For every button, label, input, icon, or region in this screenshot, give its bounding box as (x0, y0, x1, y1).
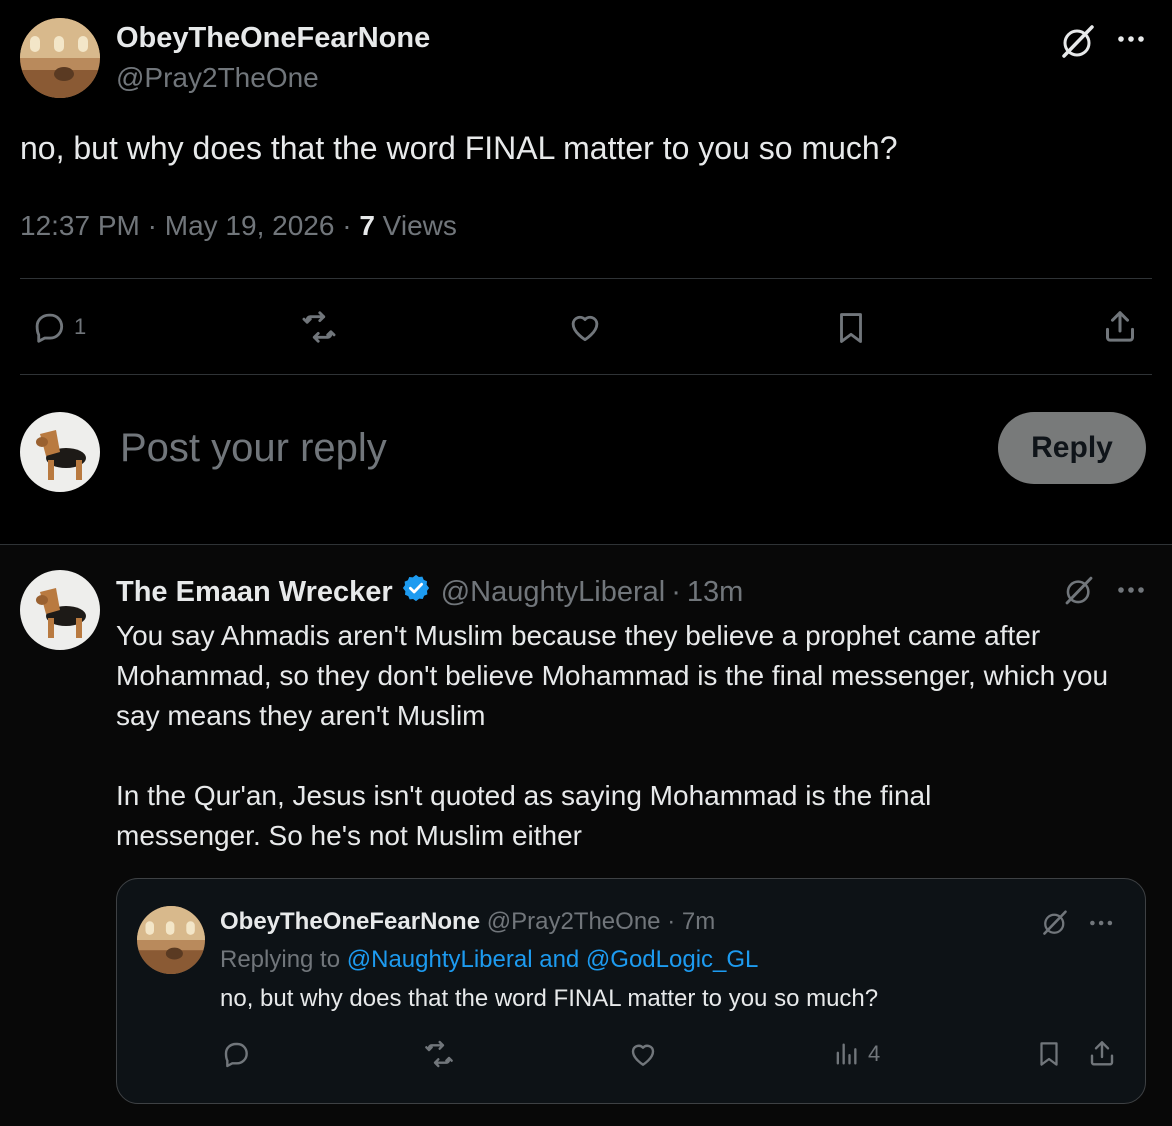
reply-text-paragraph: You say Ahmadis aren't Muslim because th… (116, 620, 1109, 731)
reply-author-avatar[interactable] (20, 570, 100, 650)
quoted-header: ObeyTheOneFearNone @Pray2TheOne · 7m (220, 908, 715, 936)
more-icon[interactable] (1116, 34, 1148, 44)
replying-to-mentions[interactable]: @NaughtyLiberal and @GodLogic_GL (347, 946, 759, 973)
reply-count: 1 (74, 314, 87, 339)
share-icon[interactable] (1100, 306, 1140, 346)
quoted-author-name[interactable]: ObeyTheOneFearNone (220, 908, 480, 935)
post-date[interactable]: May 19, 2026 (165, 210, 335, 241)
meta-separator: · (342, 210, 352, 241)
more-icon[interactable] (1116, 585, 1148, 595)
quoted-author-handle[interactable]: @Pray2TheOne (487, 908, 661, 935)
bookmark-icon[interactable] (832, 308, 870, 348)
like-icon[interactable] (565, 308, 605, 346)
views-label: Views (382, 210, 457, 241)
repost-icon[interactable] (298, 308, 340, 346)
meta-separator: · (667, 908, 676, 935)
reply-input[interactable]: Post your reply (120, 426, 387, 471)
grok-icon[interactable] (1040, 908, 1070, 938)
current-user-avatar[interactable] (20, 412, 100, 492)
reply-text-paragraph: In the Qur'an, Jesus isn't quoted as say… (116, 780, 932, 851)
reply-header: The Emaan Wrecker @NaughtyLiberal · 13m (116, 573, 743, 611)
author-avatar[interactable] (20, 18, 100, 98)
quoted-bookmark-icon[interactable] (1034, 1038, 1064, 1070)
reply-button-label: Reply (1031, 431, 1113, 464)
more-icon[interactable] (1088, 918, 1116, 928)
quoted-replying-to: Replying to @NaughtyLiberal and @GodLogi… (220, 946, 758, 974)
quoted-repost-icon[interactable] (422, 1038, 456, 1070)
quoted-reply-icon[interactable] (220, 1038, 252, 1070)
divider (20, 374, 1152, 375)
reply-icon (30, 308, 68, 346)
meta-separator: · (147, 210, 157, 241)
meta-separator: · (671, 575, 681, 608)
quoted-text: no, but why does that the word FINAL mat… (220, 985, 879, 1012)
author-display-name[interactable]: ObeyTheOneFearNone (116, 22, 430, 55)
verified-badge-icon (401, 573, 431, 611)
author-handle[interactable]: @Pray2TheOne (116, 62, 319, 94)
reply-author-name[interactable]: The Emaan Wrecker (116, 576, 393, 609)
reply-author-handle[interactable]: @NaughtyLiberal (441, 576, 666, 609)
quoted-time[interactable]: 7m (682, 908, 715, 935)
reply-button[interactable]: 1 (30, 308, 86, 346)
reply-time[interactable]: 13m (687, 576, 743, 609)
quoted-like-icon[interactable] (626, 1038, 660, 1070)
quoted-views-count: 4 (868, 1041, 881, 1066)
post-meta: 12:37 PM · May 19, 2026 · 7 Views (20, 210, 457, 242)
divider (20, 278, 1152, 279)
reply-submit-button[interactable]: Reply (998, 412, 1146, 484)
post-time[interactable]: 12:37 PM (20, 210, 140, 241)
quoted-share-icon[interactable] (1086, 1036, 1118, 1070)
replying-to-prefix: Replying to (220, 946, 341, 973)
grok-icon[interactable] (1058, 22, 1098, 62)
post-text: no, but why does that the word FINAL mat… (20, 130, 898, 166)
grok-icon[interactable] (1062, 574, 1096, 608)
quoted-author-avatar[interactable] (137, 906, 205, 974)
views-count: 7 (359, 210, 375, 241)
quoted-views-button[interactable]: 4 (832, 1040, 880, 1068)
views-icon (832, 1040, 860, 1068)
